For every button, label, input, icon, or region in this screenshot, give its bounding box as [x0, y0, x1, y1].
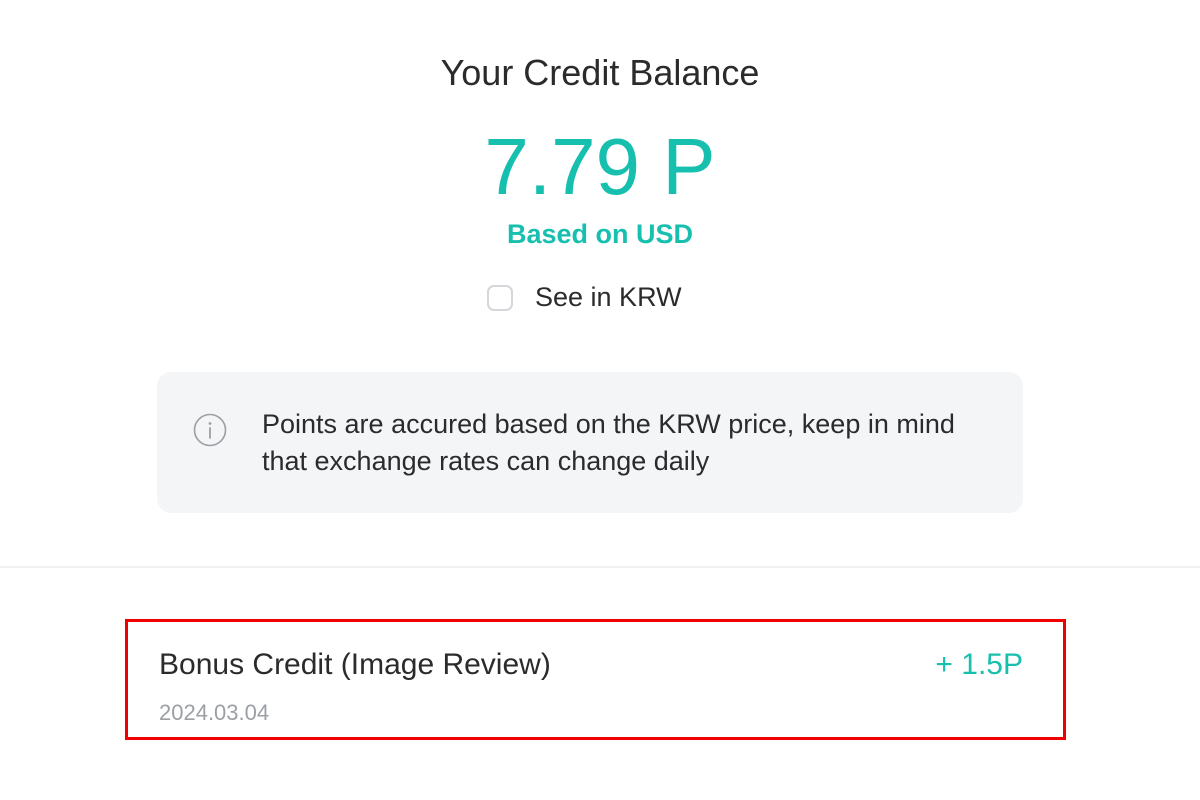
notice-text: Points are accured based on the KRW pric… — [262, 409, 955, 476]
info-icon — [193, 413, 227, 447]
balance-amount: 7.79 P — [484, 122, 716, 211]
krw-checkbox[interactable] — [487, 284, 513, 311]
history-item-date: 2024.03.04 — [159, 700, 270, 725]
balance-title: Your Credit Balance — [440, 52, 760, 93]
history-item-title: Bonus Credit (Image Review) — [159, 648, 551, 681]
credit-history-item[interactable]: Bonus Credit (Image Review) 2024.03.04 +… — [125, 619, 1066, 740]
section-divider — [0, 566, 1200, 568]
exchange-rate-notice: Points are accured based on the KRW pric… — [157, 372, 1023, 513]
see-in-krw-toggle[interactable]: See in KRW — [487, 282, 682, 313]
credit-balance-page: Your Credit Balance 7.79 P Based on USD … — [0, 0, 1200, 800]
balance-basis: Based on USD — [506, 219, 694, 249]
history-item-amount: + 1.5P — [935, 648, 1023, 681]
krw-toggle-label[interactable]: See in KRW — [535, 282, 682, 313]
